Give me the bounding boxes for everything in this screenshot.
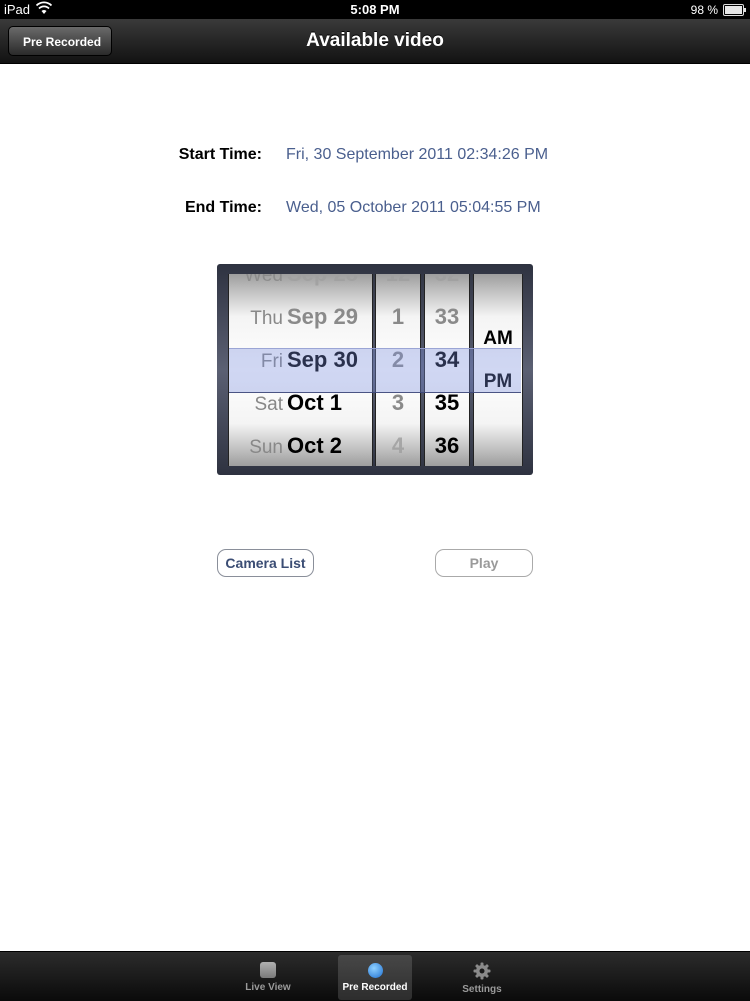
start-time-value: Fri, 30 September 2011 02:34:26 PM (286, 146, 549, 163)
ampm-wheel[interactable]: AM PM (473, 274, 523, 466)
picker-row[interactable]: Sat Oct 1 (229, 381, 372, 424)
picker-row[interactable]: 12 (376, 274, 420, 295)
hour-wheel[interactable]: 12 1 2 3 4 (375, 274, 421, 466)
picker-row-selected[interactable]: 2 (376, 338, 420, 381)
battery-icon (723, 4, 746, 16)
date-time-picker: WedSep 28 ThuSep 29 FriSep 30 SatOct 1 S… (217, 264, 533, 475)
picker-row-selected[interactable]: Fri Sep 30 (229, 338, 372, 381)
pre-recorded-icon (367, 963, 383, 978)
picker-row[interactable]: AM (474, 317, 522, 360)
tab-label: Settings (462, 984, 502, 995)
minute-wheel[interactable]: 32 33 34 35 36 (424, 274, 470, 466)
end-time-label: End Time: (184, 199, 262, 216)
picker-row[interactable]: 3 (376, 381, 420, 424)
status-bar: iPad 5:08 PM 98 % (0, 0, 750, 19)
picker-row[interactable]: WedSep 28 (229, 274, 372, 295)
end-time-value: Wed, 05 October 2011 05:04:55 PM (286, 199, 541, 216)
tab-settings[interactable]: Settings (445, 955, 519, 1000)
picker-row[interactable]: 35 (425, 381, 469, 424)
page-title: Available video (306, 30, 444, 51)
tab-pre-recorded[interactable]: Pre Recorded (338, 955, 412, 1000)
tab-label: Pre Recorded (342, 982, 408, 993)
picker-row[interactable]: 32 (425, 274, 469, 295)
picker-row[interactable]: Thu Sep 29 (229, 295, 372, 338)
start-time-label: Start Time: (178, 146, 262, 163)
picker-row[interactable]: 1 (376, 295, 420, 338)
picker-row[interactable]: 36 (425, 424, 469, 466)
camera-list-button[interactable]: Camera List (217, 549, 314, 577)
status-time: 5:08 PM (350, 2, 400, 17)
tab-live-view[interactable]: Live View (231, 955, 305, 1000)
play-button[interactable]: Play (435, 549, 533, 577)
date-wheel[interactable]: WedSep 28 ThuSep 29 FriSep 30 SatOct 1 S… (228, 274, 373, 466)
live-view-icon (260, 962, 276, 978)
picker-row[interactable]: 33 (425, 295, 469, 338)
gear-icon (473, 962, 491, 980)
tab-label: Live View (245, 982, 291, 993)
picker-row-selected[interactable]: PM (474, 360, 522, 403)
picker-row[interactable]: Sun Oct 2 (229, 424, 372, 466)
tab-bar: Live View Pre Recorded Settings (0, 951, 750, 1001)
picker-row[interactable]: 4 (376, 424, 420, 466)
navigation-bar: Pre Recorded Available video (0, 19, 750, 64)
picker-row-selected[interactable]: 34 (425, 338, 469, 381)
battery-percentage: 98 % (690, 3, 718, 17)
